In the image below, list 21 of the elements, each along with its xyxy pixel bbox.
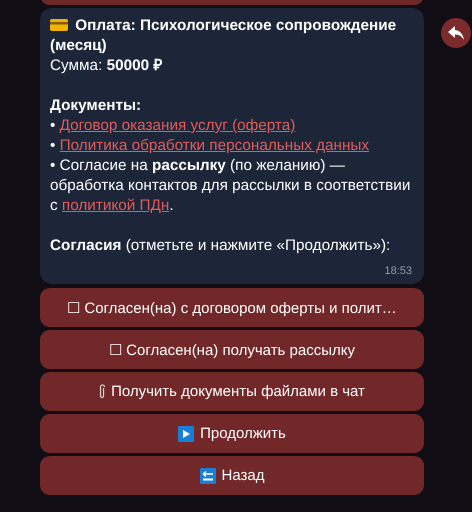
message-text: Согласия (отметьте и нажмите «Продолжить»): bbox=[50, 236, 392, 256]
link[interactable]: Политика обработки персональных данных bbox=[60, 137, 370, 154]
message-text: Сумма: 50000 ₽ bbox=[50, 56, 164, 76]
keyboard-button[interactable]: Продолжить bbox=[40, 414, 424, 453]
credit-card-icon bbox=[50, 19, 68, 31]
paperclip-icon bbox=[99, 384, 106, 400]
message-time: 18:53 bbox=[383, 264, 412, 278]
keyboard-button[interactable]: Назад bbox=[40, 456, 424, 495]
reply-arrow-icon bbox=[448, 26, 464, 40]
message-text: Оплата: Психологическое сопровождение (месяц) bbox=[50, 16, 398, 56]
message-text: • Договор оказания услуг (оферта) bbox=[50, 116, 296, 136]
keyboard-button[interactable]: ☐ Согласен(на) получать рассылку bbox=[40, 330, 424, 369]
link[interactable]: политикой ПДн bbox=[62, 197, 170, 214]
message-text: Документы: bbox=[50, 96, 142, 116]
reply-button[interactable] bbox=[441, 18, 471, 48]
link[interactable]: Договор оказания услуг (оферта) bbox=[60, 117, 296, 134]
message-text: • Согласие на рассылку (по желанию) — обработка контактов для рассылки в соответствии с политикой ПДн. bbox=[50, 156, 412, 216]
message-text: • Политика обработки персональных данных bbox=[50, 136, 370, 156]
keyboard-button[interactable]: ☐ Согласен(на) с договором оферты и полит… bbox=[40, 288, 424, 327]
play-icon bbox=[178, 426, 194, 442]
keyboard-button[interactable]: Получить документы файлами в чат bbox=[40, 372, 424, 411]
